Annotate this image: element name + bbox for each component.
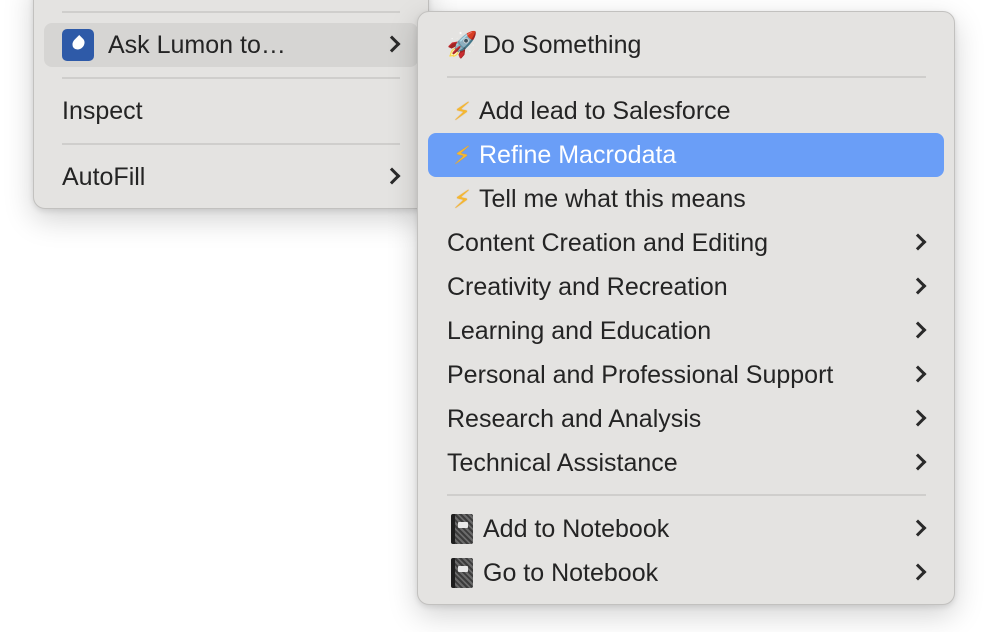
menu-item-label: Ask Lumon to… — [108, 30, 286, 59]
menu-item-label: Go to Notebook — [483, 558, 659, 587]
chevron-right-icon — [909, 233, 927, 251]
menu-item-label: Creativity and Recreation — [447, 272, 728, 301]
submenu-item-tell-me-what-this-means[interactable]: ⚡ Tell me what this means — [428, 177, 944, 221]
menu-item-label: Inspect — [62, 96, 143, 125]
menu-item-label: Content Creation and Editing — [447, 228, 769, 257]
context-menu: Ask Lumon to… Inspect AutoFill — [33, 0, 429, 209]
submenu-item-refine-macrodata[interactable]: ⚡ Refine Macrodata — [428, 133, 944, 177]
menu-item-label: Do Something — [483, 30, 642, 59]
menu-item-label: Add lead to Salesforce — [479, 96, 731, 125]
submenu-item-content-creation[interactable]: Content Creation and Editing — [428, 221, 944, 265]
lightning-icon: ⚡ — [453, 140, 471, 170]
submenu-item-add-to-notebook[interactable]: Add to Notebook — [428, 507, 944, 551]
menu-item-label: Technical Assistance — [447, 448, 678, 477]
chevron-right-icon — [909, 453, 927, 471]
chevron-right-icon — [909, 365, 927, 383]
menu-item-ask-lumon[interactable]: Ask Lumon to… — [44, 23, 418, 67]
menu-item-label: Personal and Professional Support — [447, 360, 834, 389]
submenu-item-technical-assistance[interactable]: Technical Assistance — [428, 441, 944, 485]
menu-item-label: Refine Macrodata — [479, 140, 677, 169]
menu-separator — [62, 77, 400, 79]
menu-item-label: Tell me what this means — [479, 184, 746, 213]
submenu-item-go-to-notebook[interactable]: Go to Notebook — [428, 551, 944, 595]
submenu-item-creativity-recreation[interactable]: Creativity and Recreation — [428, 265, 944, 309]
chevron-right-icon — [909, 321, 927, 339]
submenu-item-research-analysis[interactable]: Research and Analysis — [428, 397, 944, 441]
menu-item-autofill[interactable]: AutoFill — [44, 155, 418, 199]
lightning-icon: ⚡ — [453, 184, 471, 214]
chevron-right-icon — [909, 409, 927, 427]
menu-item-label: Research and Analysis — [447, 404, 702, 433]
submenu-item-personal-professional-support[interactable]: Personal and Professional Support — [428, 353, 944, 397]
menu-item-inspect[interactable]: Inspect — [44, 89, 418, 133]
lightning-icon: ⚡ — [453, 96, 471, 126]
chevron-right-icon — [909, 519, 927, 537]
chevron-right-icon — [909, 563, 927, 581]
chevron-right-icon — [909, 277, 927, 295]
lumon-drop-icon — [62, 29, 94, 61]
ask-lumon-submenu: 🚀 Do Something ⚡ Add lead to Salesforce … — [417, 11, 955, 605]
notebook-icon — [451, 514, 473, 544]
chevron-right-icon — [383, 167, 401, 185]
submenu-item-add-lead-salesforce[interactable]: ⚡ Add lead to Salesforce — [428, 89, 944, 133]
menu-separator — [447, 494, 926, 496]
submenu-item-do-something[interactable]: 🚀 Do Something — [428, 23, 944, 67]
submenu-item-learning-education[interactable]: Learning and Education — [428, 309, 944, 353]
notebook-icon — [451, 558, 473, 588]
menu-item-label: AutoFill — [62, 162, 146, 191]
chevron-right-icon — [383, 35, 401, 53]
menu-separator — [447, 76, 926, 78]
menu-separator — [62, 11, 400, 13]
menu-item-label: Learning and Education — [447, 316, 712, 345]
menu-item-label: Add to Notebook — [483, 514, 670, 543]
rocket-icon: 🚀 — [446, 30, 478, 59]
menu-separator — [62, 143, 400, 145]
